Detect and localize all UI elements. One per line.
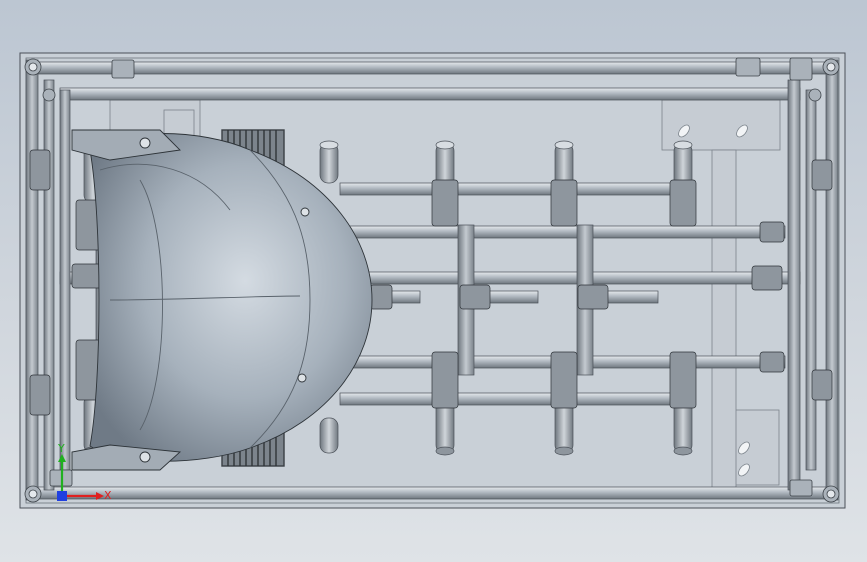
triad-x-label: X (104, 489, 112, 502)
cad-model-view: X Y (19, 52, 846, 509)
triad-z-axis (57, 491, 67, 501)
triad-y-label: Y (57, 442, 65, 455)
cad-viewport[interactable]: X Y (0, 0, 867, 562)
